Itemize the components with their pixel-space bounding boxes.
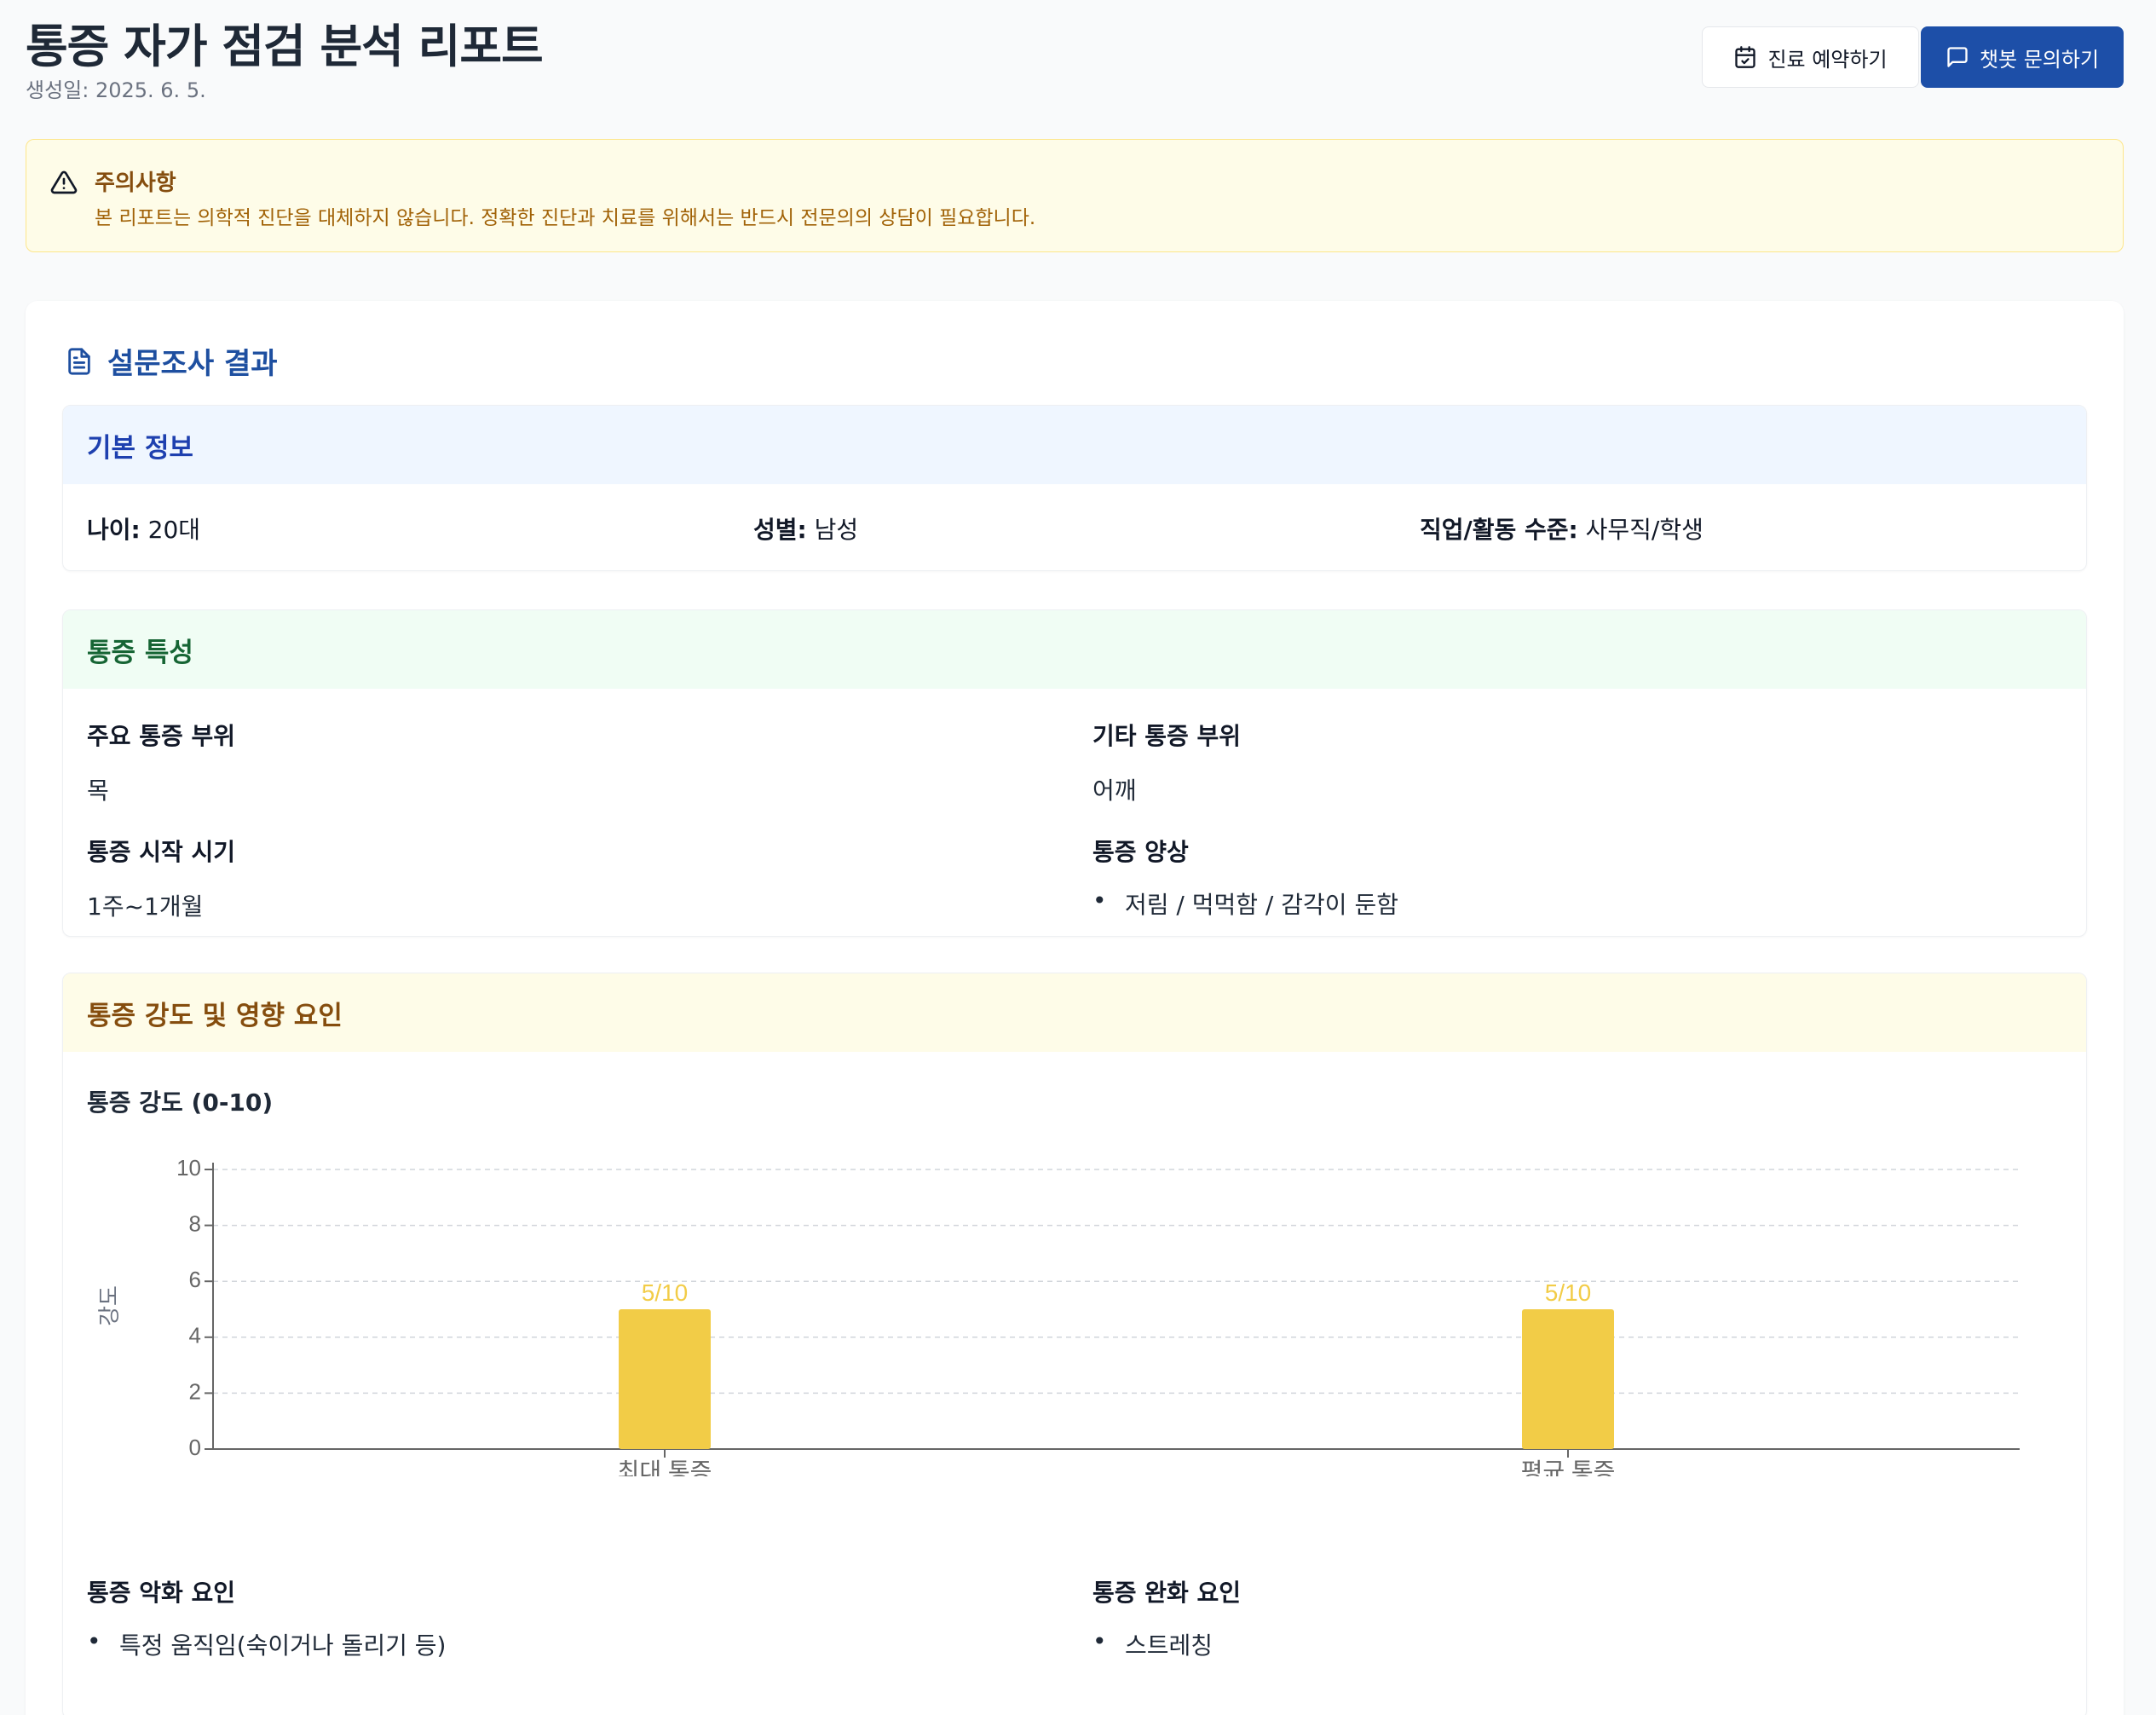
report-header: 통증 자가 점검 분석 리포트 생성일: 2025. 6. 5. 진료 예약하기… <box>26 0 2124 111</box>
calendar-check-icon <box>1735 46 1756 68</box>
job-label: 직업/활동 수준: <box>1420 516 1578 544</box>
pattern-list: 저림 / 먹먹함 / 감각이 둔함 <box>1092 886 1398 921</box>
pain-intensity-section: 통증 강도 및 영향 요인 통증 강도 (0-10) 0 2 4 6 8 10 5/10 5… <box>62 973 2087 1715</box>
x-axis-ticks: 최대 통증 평균 통증 <box>618 1449 1616 1476</box>
bar-data-label: 5/10 <box>1545 1279 1592 1306</box>
onset-field: 통증 시작 시기 1주~1개월 <box>87 834 235 922</box>
main-area-field: 주요 통증 부위 목 <box>87 718 235 806</box>
report-page: 통증 자가 점검 분석 리포트 생성일: 2025. 6. 5. 진료 예약하기… <box>0 0 2156 1715</box>
age-value: 20대 <box>147 516 201 544</box>
gender-item: 성별: 남성 <box>753 511 858 546</box>
basic-info-section: 기본 정보 나이: 20대 성별: 남성 직업/활동 수준: 사무직/학생 <box>62 405 2087 571</box>
pain-intensity-chart: 0 2 4 6 8 10 5/10 5/10 최대 통증 평균 통증 강도 <box>96 1155 2020 1476</box>
basic-info-row: 나이: 20대 성별: 남성 직업/활동 수준: 사무직/학생 <box>63 484 2086 569</box>
y-tick-label: 0 <box>189 1435 201 1460</box>
x-tick-label: 평균 통증 <box>1521 1458 1616 1476</box>
warning-triangle-icon <box>50 170 78 194</box>
disclaimer-title: 주의사항 <box>95 170 176 196</box>
page-title: 통증 자가 점검 분석 리포트 <box>26 20 544 73</box>
aggravating-factors-list: 특정 움직임(숙이거나 돌리기 등) <box>87 1627 446 1661</box>
y-axis-label: 강도 <box>96 1285 122 1326</box>
chat-bubble-icon <box>1947 47 1968 67</box>
chatbot-label: 챗봇 문의하기 <box>1979 47 2100 72</box>
pain-characteristics-section: 통증 특성 주요 통증 부위 목 기타 통증 부위 어깨 통증 시작 시기 1주… <box>62 609 2087 937</box>
bar <box>619 1309 711 1449</box>
bar <box>1522 1309 1614 1449</box>
survey-results-card: 설문조사 결과 기본 정보 나이: 20대 성별: 남성 직업/활동 수준: 사… <box>26 301 2124 1715</box>
survey-results-heading: 설문조사 결과 <box>65 340 278 382</box>
onset-value: 1주~1개월 <box>87 892 204 921</box>
onset-label: 통증 시작 시기 <box>87 838 236 866</box>
survey-results-title: 설문조사 결과 <box>107 347 278 381</box>
aggravating-factor-item: 특정 움직임(숙이거나 돌리기 등) <box>87 1627 446 1661</box>
relieving-factor-item: 스트레칭 <box>1092 1627 1241 1661</box>
relieving-factors-field: 통증 완화 요인 스트레칭 <box>1092 1574 1241 1661</box>
job-item: 직업/활동 수준: 사무직/학생 <box>1420 511 1703 546</box>
x-tick-label: 최대 통증 <box>618 1458 712 1476</box>
age-label: 나이: <box>87 516 141 544</box>
y-tick-label: 4 <box>189 1323 201 1348</box>
y-tick-label: 10 <box>176 1155 201 1181</box>
basic-info-title: 기본 정보 <box>63 406 2086 484</box>
book-appointment-label: 진료 예약하기 <box>1767 47 1888 72</box>
other-area-value: 어깨 <box>1092 777 1137 805</box>
pattern-field: 통증 양상 저림 / 먹먹함 / 감각이 둔함 <box>1092 834 1398 921</box>
main-area-value: 목 <box>87 777 109 805</box>
y-tick-label: 6 <box>189 1267 201 1292</box>
pain-characteristics-title: 통증 특성 <box>63 610 2086 689</box>
relieving-factors-list: 스트레칭 <box>1092 1627 1241 1661</box>
gender-label: 성별: <box>753 516 807 544</box>
main-area-label: 주요 통증 부위 <box>87 722 236 750</box>
generated-date: 생성일: 2025. 6. 5. <box>26 78 206 102</box>
age-item: 나이: 20대 <box>87 511 200 546</box>
document-icon <box>68 347 90 375</box>
other-area-label: 기타 통증 부위 <box>1092 722 1242 750</box>
pain-intensity-title: 통증 강도 및 영향 요인 <box>63 973 2086 1052</box>
chart-grid <box>213 1169 2020 1395</box>
aggravating-factors-field: 통증 악화 요인 특정 움직임(숙이거나 돌리기 등) <box>87 1574 446 1661</box>
book-appointment-button[interactable]: 진료 예약하기 <box>1702 26 1919 88</box>
chart-title: 통증 강도 (0-10) <box>87 1088 274 1117</box>
job-value: 사무직/학생 <box>1585 516 1703 544</box>
y-tick-label: 2 <box>189 1378 201 1404</box>
chart-bars: 5/10 5/10 <box>619 1279 1614 1449</box>
disclaimer-alert: 주의사항 본 리포트는 의학적 진단을 대체하지 않습니다. 정확한 진단과 치… <box>26 139 2124 252</box>
disclaimer-text: 본 리포트는 의학적 진단을 대체하지 않습니다. 정확한 진단과 치료를 위해… <box>95 207 1036 229</box>
aggravating-factors-label: 통증 악화 요인 <box>87 1579 236 1607</box>
pattern-list-item: 저림 / 먹먹함 / 감각이 둔함 <box>1092 886 1398 921</box>
y-axis-ticks: 0 2 4 6 8 10 <box>176 1155 213 1460</box>
bar-data-label: 5/10 <box>642 1279 689 1306</box>
y-tick-label: 8 <box>189 1210 201 1236</box>
pattern-label: 통증 양상 <box>1092 838 1189 866</box>
gender-value: 남성 <box>814 516 859 544</box>
chatbot-button[interactable]: 챗봇 문의하기 <box>1921 26 2124 88</box>
other-area-field: 기타 통증 부위 어깨 <box>1092 718 1241 806</box>
relieving-factors-label: 통증 완화 요인 <box>1092 1579 1242 1607</box>
